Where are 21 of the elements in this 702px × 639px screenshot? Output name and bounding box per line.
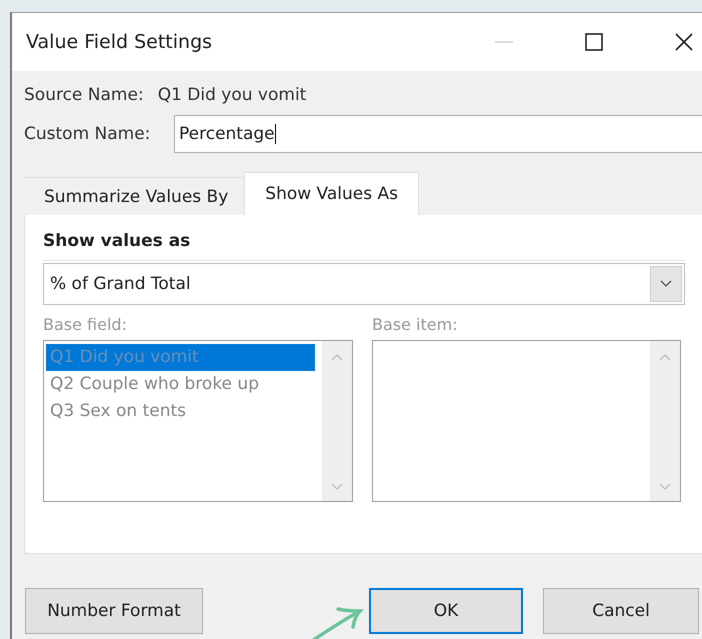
scroll-up-icon[interactable] bbox=[659, 353, 671, 361]
base-item-list[interactable] bbox=[372, 340, 681, 502]
dialog-button[interactable]: OK bbox=[369, 588, 523, 634]
scroll-down-icon[interactable] bbox=[331, 483, 343, 491]
base-field-label: Base field: bbox=[43, 315, 127, 334]
custom-name-label: Custom Name: bbox=[24, 124, 152, 144]
maximize-icon[interactable] bbox=[584, 32, 604, 52]
dialog-button[interactable]: Number Format bbox=[25, 588, 203, 634]
scroll-up-icon[interactable] bbox=[331, 353, 343, 361]
chevron-down-icon bbox=[660, 280, 672, 288]
custom-name-field[interactable]: Percentage bbox=[174, 115, 702, 153]
close-icon[interactable] bbox=[674, 32, 694, 52]
window-title: Value Field Settings bbox=[26, 31, 212, 53]
scroll-down-icon[interactable] bbox=[659, 483, 671, 491]
show-values-dropdown[interactable]: % of Grand Total bbox=[43, 263, 685, 305]
section-heading: Show values as bbox=[43, 231, 190, 251]
source-name-label: Source Name: bbox=[24, 85, 144, 105]
source-name-value: Q1 Did you vomit bbox=[158, 85, 306, 105]
tab[interactable]: Show Values As bbox=[244, 172, 419, 215]
base-item-label: Base item: bbox=[372, 315, 458, 334]
dialog-button[interactable]: Cancel bbox=[543, 588, 699, 634]
